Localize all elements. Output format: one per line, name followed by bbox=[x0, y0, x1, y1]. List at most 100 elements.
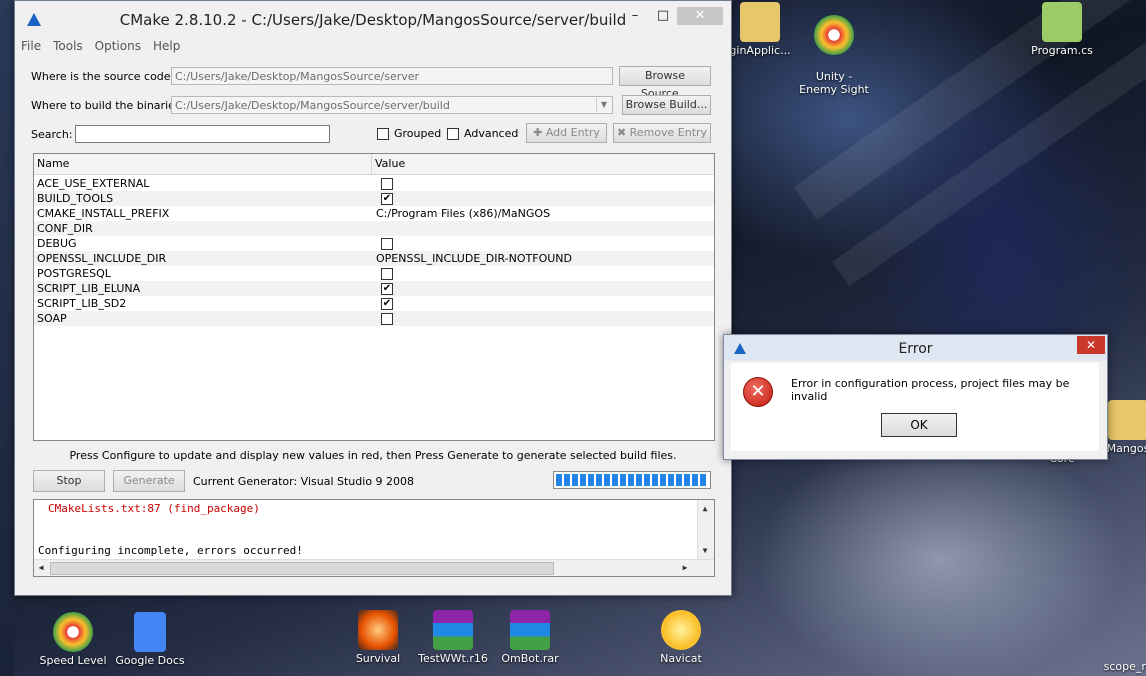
log-vertical-scrollbar[interactable]: ▲ ▼ bbox=[697, 500, 714, 560]
log-horizontal-scrollbar[interactable]: ◀ ▶ bbox=[34, 559, 714, 576]
grouped-label: Grouped bbox=[394, 127, 442, 140]
progress-bar bbox=[553, 471, 711, 489]
table-row[interactable]: ACE_USE_EXTERNAL bbox=[34, 176, 714, 191]
desktop-icon-scope[interactable]: scope_re bbox=[1090, 660, 1146, 673]
search-label: Search: bbox=[31, 128, 73, 141]
folder-icon bbox=[1108, 400, 1146, 440]
table-row[interactable]: SCRIPT_LIB_SD2 ✔ bbox=[34, 296, 714, 311]
error-icon: ✕ bbox=[743, 377, 773, 407]
cache-table[interactable]: Name Value ACE_USE_EXTERNAL BUILD_TOOLS ✔ C… bbox=[33, 153, 715, 441]
menu-options[interactable]: Options bbox=[89, 37, 147, 55]
minimize-button[interactable]: – bbox=[621, 7, 649, 25]
column-header-name[interactable]: Name bbox=[34, 154, 372, 174]
table-row[interactable]: SOAP bbox=[34, 311, 714, 326]
table-row[interactable]: DEBUG bbox=[34, 236, 714, 251]
cell-name: ACE_USE_EXTERNAL bbox=[37, 177, 150, 190]
desktop-icon-plugin[interactable]: ginApplic... bbox=[722, 2, 798, 57]
cell-name: SOAP bbox=[37, 312, 67, 325]
stop-button[interactable]: Stop bbox=[33, 470, 105, 492]
file-icon bbox=[1042, 2, 1082, 42]
ok-button[interactable]: OK bbox=[881, 413, 957, 437]
source-label: Where is the source code: bbox=[31, 70, 175, 83]
desktop-icon-label: Survival bbox=[355, 652, 401, 665]
log-status-line: Configuring incomplete, errors occurred! bbox=[38, 544, 303, 557]
build-path-value: C:/Users/Jake/Desktop/MangosSource/serve… bbox=[175, 99, 450, 112]
remove-entry-button[interactable]: ✖ Remove Entry bbox=[613, 123, 711, 143]
advanced-checkbox[interactable]: Advanced bbox=[447, 127, 518, 140]
desktop-icon-google-docs[interactable]: Google Docs bbox=[112, 612, 188, 667]
desktop-icon-speed-level[interactable]: Speed Level bbox=[35, 612, 111, 667]
cell-value[interactable]: C:/Program Files (x86)/MaNGOS bbox=[376, 206, 550, 221]
title-bar[interactable]: CMake 2.8.10.2 - C:/Users/Jake/Desktop/M… bbox=[15, 1, 731, 37]
table-row[interactable]: OPENSSL_INCLUDE_DIR OPENSSL_INCLUDE_DIR-N… bbox=[34, 251, 714, 266]
column-header-value[interactable]: Value bbox=[372, 154, 712, 174]
close-button[interactable]: ✕ bbox=[677, 7, 723, 25]
table-row[interactable]: SCRIPT_LIB_ELUNA ✔ bbox=[34, 281, 714, 296]
folder-icon bbox=[740, 2, 780, 42]
plus-icon: ✚ bbox=[533, 126, 546, 139]
archive-icon bbox=[433, 610, 473, 650]
menu-bar: File Tools Options Help bbox=[15, 37, 731, 55]
unchecked-checkbox[interactable] bbox=[381, 178, 393, 190]
desktop-icon-unity[interactable]: Unity - Enemy Sight bbox=[796, 2, 872, 109]
unchecked-checkbox[interactable] bbox=[381, 268, 393, 280]
checked-checkbox[interactable]: ✔ bbox=[381, 283, 393, 295]
add-entry-button[interactable]: ✚ Add Entry bbox=[526, 123, 607, 143]
unchecked-checkbox[interactable] bbox=[381, 313, 393, 325]
remove-entry-label: Remove Entry bbox=[629, 126, 708, 139]
cell-name: SCRIPT_LIB_ELUNA bbox=[37, 282, 141, 295]
unchecked-checkbox[interactable] bbox=[381, 238, 393, 250]
build-path-combo[interactable]: C:/Users/Jake/Desktop/MangosSource/serve… bbox=[171, 96, 613, 114]
remove-icon: ✖ bbox=[616, 126, 630, 139]
checkbox-box[interactable] bbox=[447, 127, 459, 140]
configure-hint: Press Configure to update and display ne… bbox=[69, 449, 677, 462]
desktop-icon-ombot[interactable]: OmBot.rar bbox=[492, 610, 568, 665]
desktop-icon-label: TestWWt.r16 bbox=[418, 652, 488, 665]
chrome-icon bbox=[53, 612, 93, 652]
table-header: Name Value bbox=[34, 154, 714, 175]
menu-file[interactable]: File bbox=[15, 37, 47, 55]
table-row[interactable]: BUILD_TOOLS ✔ bbox=[34, 191, 714, 206]
build-label: Where to build the binaries: bbox=[31, 99, 185, 112]
cell-name: POSTGRESQL bbox=[37, 267, 111, 280]
checked-checkbox[interactable]: ✔ bbox=[381, 193, 393, 205]
cell-name: DEBUG bbox=[37, 237, 77, 250]
menu-tools[interactable]: Tools bbox=[47, 37, 89, 55]
desktop-icon-program[interactable]: Program.cs bbox=[1024, 2, 1100, 57]
search-input[interactable] bbox=[75, 125, 330, 143]
scroll-down-icon[interactable]: ▼ bbox=[698, 544, 712, 558]
checked-checkbox[interactable]: ✔ bbox=[381, 298, 393, 310]
scroll-up-icon[interactable]: ▲ bbox=[698, 502, 712, 516]
generate-button[interactable]: Generate bbox=[113, 470, 185, 492]
table-row[interactable]: CMAKE_INSTALL_PREFIX C:/Program Files (x8… bbox=[34, 206, 714, 221]
log-error-line: CMakeLists.txt:87 (find_package) bbox=[48, 502, 260, 515]
browse-source-button[interactable]: Browse Source... bbox=[619, 66, 711, 100]
table-row[interactable]: CONF_DIR bbox=[34, 221, 714, 236]
cmake-window: CMake 2.8.10.2 - C:/Users/Jake/Desktop/M… bbox=[14, 0, 732, 596]
desktop-icon-label: Program.cs bbox=[1031, 44, 1093, 57]
checkbox-box[interactable] bbox=[377, 127, 389, 140]
dialog-title: Error bbox=[898, 341, 933, 357]
error-dialog: Error ✕ ✕ Error in configuration process… bbox=[723, 334, 1108, 460]
scroll-left-icon[interactable]: ◀ bbox=[34, 561, 48, 575]
dialog-close-button[interactable]: ✕ bbox=[1077, 336, 1105, 354]
menu-help[interactable]: Help bbox=[147, 37, 186, 55]
grouped-checkbox[interactable]: Grouped bbox=[377, 127, 441, 140]
dialog-message: Error in configuration process, project … bbox=[791, 377, 1070, 403]
browse-build-button[interactable]: Browse Build... bbox=[622, 95, 711, 115]
cell-name: CMAKE_INSTALL_PREFIX bbox=[37, 207, 170, 220]
scroll-right-icon[interactable]: ▶ bbox=[678, 561, 692, 575]
output-log[interactable]: CMakeLists.txt:87 (find_package) Configu… bbox=[33, 499, 715, 577]
desktop-icon-navicat[interactable]: Navicat bbox=[643, 610, 719, 665]
desktop-icon-testwwt[interactable]: TestWWt.r16 bbox=[415, 610, 491, 665]
desktop-icon-label: scope_re bbox=[1103, 660, 1146, 673]
source-path-field[interactable]: C:/Users/Jake/Desktop/MangosSource/serve… bbox=[171, 67, 613, 85]
table-row[interactable]: POSTGRESQL bbox=[34, 266, 714, 281]
desktop-icon-survival[interactable]: Survival bbox=[340, 610, 416, 665]
cell-value[interactable]: OPENSSL_INCLUDE_DIR-NOTFOUND bbox=[376, 251, 572, 266]
chevron-down-icon[interactable]: ▼ bbox=[596, 98, 611, 112]
scroll-thumb[interactable] bbox=[50, 562, 554, 575]
maximize-button[interactable]: □ bbox=[649, 7, 677, 25]
dialog-title-bar[interactable]: Error ✕ bbox=[724, 335, 1107, 361]
desktop-icon-label: Unity - Enemy Sight bbox=[799, 70, 869, 96]
